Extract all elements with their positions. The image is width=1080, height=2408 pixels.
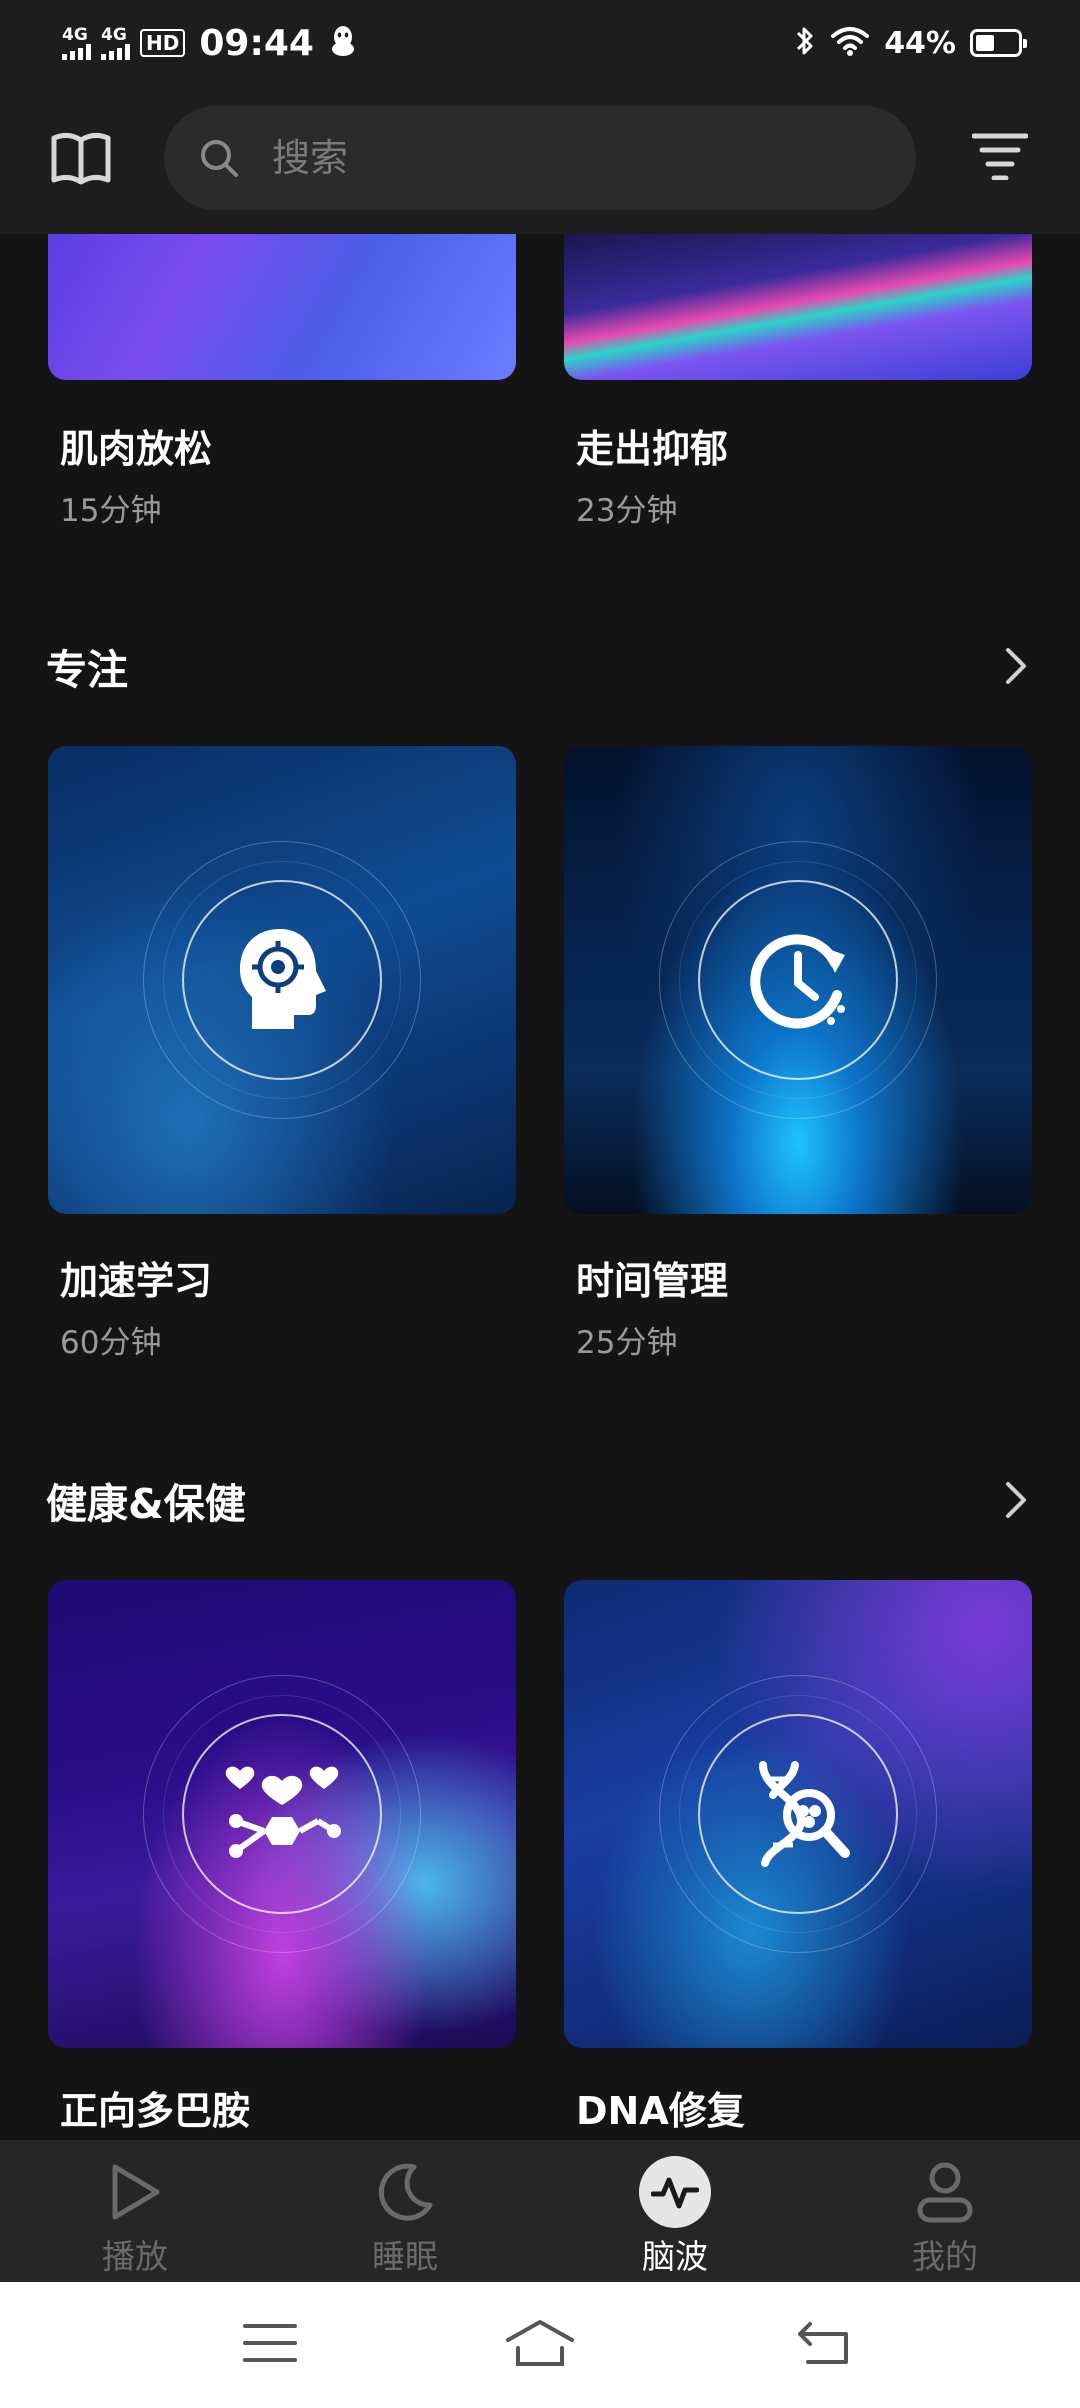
home-icon	[504, 2318, 576, 2372]
library-button[interactable]	[48, 128, 114, 194]
moon-icon	[369, 2156, 441, 2228]
menu-lines-icon	[243, 2322, 297, 2368]
tab-label: 播放	[102, 2237, 168, 2276]
network-type: 4G	[101, 24, 127, 45]
card-image	[564, 746, 1032, 1214]
signal-icon: 4G	[62, 24, 91, 60]
card-duration: 15分钟	[60, 493, 162, 529]
tab-sleep[interactable]: 睡眠	[270, 2140, 540, 2282]
bluetooth-icon	[794, 24, 816, 62]
card-title: 加速学习	[60, 1259, 213, 1303]
clock-time: 09:44	[199, 22, 314, 64]
back-button[interactable]	[784, 2312, 864, 2378]
system-navigation-bar	[0, 2282, 1080, 2408]
status-right: 44%	[794, 18, 1027, 68]
search-icon	[198, 135, 244, 181]
card-title: 正向多巴胺	[60, 2089, 251, 2133]
tab-play[interactable]: 播放	[0, 2140, 270, 2282]
bottom-tab-bar: 播放 睡眠 脑波 我的	[0, 2140, 1080, 2282]
program-card[interactable]: 时间管理 25分钟	[564, 746, 1032, 1362]
pulse-icon	[639, 2156, 711, 2228]
section-header-health[interactable]: 健康&保健	[46, 1470, 1036, 1530]
dna-search-icon	[733, 1749, 863, 1879]
card-duration: 60分钟	[60, 1325, 162, 1361]
card-title: DNA修复	[576, 2089, 745, 2133]
signal-icon: 4G	[101, 24, 130, 60]
card-duration: 23分钟	[576, 493, 678, 529]
section-header-focus[interactable]: 专注	[46, 636, 1036, 696]
chevron-right-icon[interactable]	[996, 1475, 1036, 1525]
card-title: 时间管理	[576, 1259, 729, 1303]
status-bar: 4G 4G HD 09:44 44%	[0, 0, 1080, 88]
card-title: 走出抑郁	[576, 427, 729, 471]
filter-menu-icon	[971, 132, 1029, 184]
section-title: 专注	[46, 646, 128, 694]
search-bar[interactable]	[164, 106, 916, 210]
qq-icon	[330, 25, 356, 61]
user-icon	[909, 2156, 981, 2228]
card-duration: 25分钟	[576, 1325, 678, 1361]
card-image	[564, 234, 1032, 380]
card-title: 肌肉放松	[60, 427, 213, 471]
search-input[interactable]	[270, 135, 834, 181]
content-scroll[interactable]: 肌肉放松 15分钟 走出抑郁 23分钟 专注 加速学习 60分钟 时间管理 25…	[0, 234, 1080, 2140]
tab-profile[interactable]: 我的	[810, 2140, 1080, 2282]
battery-icon	[970, 29, 1027, 57]
home-button[interactable]	[500, 2312, 580, 2378]
network-type: 4G	[62, 24, 88, 45]
wifi-icon	[830, 25, 870, 61]
book-icon	[50, 130, 112, 192]
card-image	[564, 1580, 1032, 2048]
chevron-right-icon[interactable]	[996, 641, 1036, 691]
program-card[interactable]: 走出抑郁 23分钟	[564, 234, 1032, 530]
hearts-molecule-icon	[217, 1749, 347, 1879]
battery-percent: 44%	[884, 25, 956, 61]
back-arrow-icon	[796, 2320, 852, 2370]
tab-label: 睡眠	[372, 2237, 438, 2276]
status-left: 4G 4G HD 09:44	[62, 18, 356, 68]
card-image	[48, 234, 516, 380]
card-image	[48, 1580, 516, 2048]
hd-icon: HD	[140, 29, 186, 57]
tab-label: 我的	[912, 2237, 978, 2276]
head-target-icon	[217, 915, 347, 1045]
filter-menu-button[interactable]	[970, 128, 1030, 188]
tab-brainwave[interactable]: 脑波	[540, 2140, 810, 2282]
section-title: 健康&保健	[46, 1480, 246, 1528]
recents-button[interactable]	[230, 2312, 310, 2378]
program-card[interactable]: DNA修复	[564, 1580, 1032, 2135]
card-image	[48, 746, 516, 1214]
app-header	[0, 88, 1080, 234]
program-card[interactable]: 正向多巴胺	[48, 1580, 516, 2135]
program-card[interactable]: 加速学习 60分钟	[48, 746, 516, 1362]
play-icon	[99, 2156, 171, 2228]
tab-label: 脑波	[642, 2237, 708, 2276]
program-card[interactable]: 肌肉放松 15分钟	[48, 234, 516, 530]
clock-refresh-icon	[733, 915, 863, 1045]
